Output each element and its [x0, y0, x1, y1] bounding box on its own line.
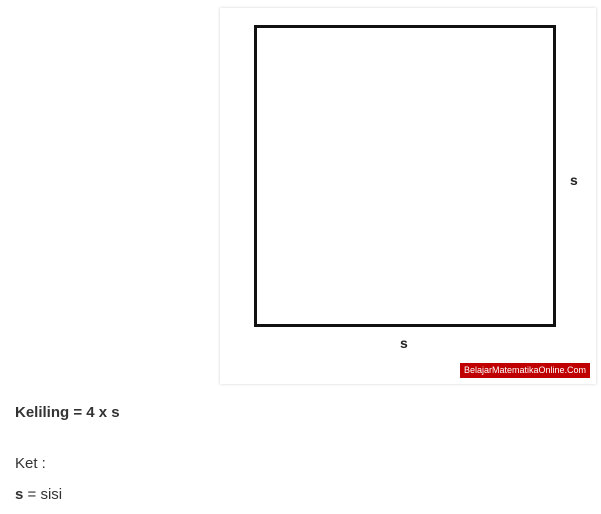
bottom-side-label: s	[400, 335, 408, 351]
square-shape	[254, 25, 556, 327]
right-side-label: s	[570, 172, 578, 188]
watermark-badge: BelajarMatematikaOnline.Com	[459, 363, 590, 378]
square-figure: s s BelajarMatematikaOnline.Com	[220, 8, 596, 384]
ket-label: Ket :	[15, 455, 46, 472]
variable-definition: s = sisi	[15, 486, 62, 503]
perimeter-formula: Keliling = 4 x s	[15, 404, 120, 421]
definition-text: = sisi	[23, 486, 63, 503]
